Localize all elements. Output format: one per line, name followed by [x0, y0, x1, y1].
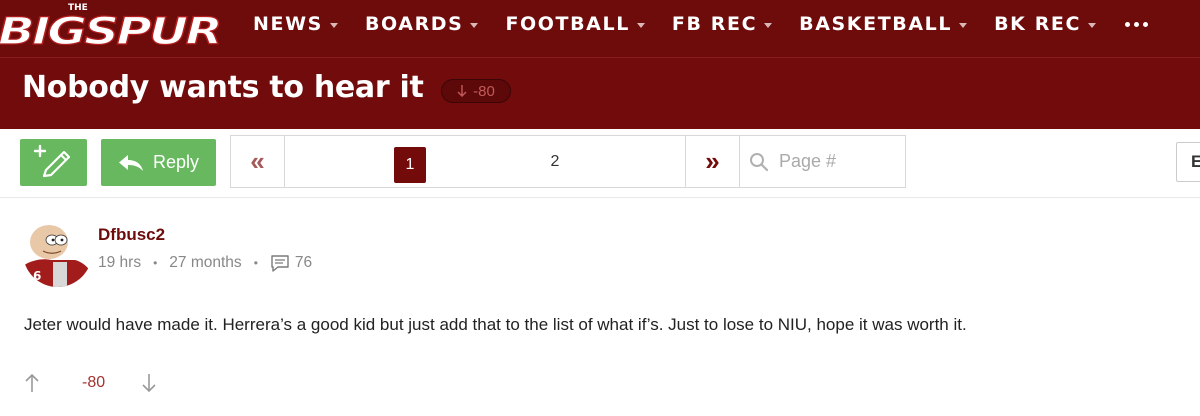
double-chevron-right-icon[interactable]: »: [685, 136, 740, 187]
post-score: -80: [82, 374, 106, 391]
nav-label: NEWS: [253, 13, 323, 35]
nav-label: BOARDS: [364, 13, 464, 35]
post-count[interactable]: 76: [270, 254, 312, 272]
nav-item-basketball[interactable]: BASKETBALL: [799, 13, 968, 35]
reply-label: Reply: [152, 152, 200, 172]
page-jump-field: [739, 136, 905, 187]
search-icon: [750, 152, 769, 171]
upvote-arrow-icon[interactable]: [24, 373, 40, 393]
message-count-icon: [271, 255, 289, 272]
member-tenure: 27 months: [169, 254, 242, 271]
nav-label: BASKETBALL: [799, 13, 953, 35]
nav-item-fb-rec[interactable]: FB REC: [671, 13, 773, 35]
caret-down-icon: [636, 22, 645, 28]
nav-item-news[interactable]: NEWS: [253, 13, 338, 35]
pagination: « 1 2 »: [230, 135, 906, 188]
nav-label: FB REC: [671, 13, 758, 35]
nav-item-boards[interactable]: BOARDS: [365, 13, 479, 35]
caret-down-icon: [959, 22, 968, 28]
new-post-button[interactable]: [20, 139, 87, 186]
post: 6 Dfbusc2 19 hrs • 27 months • 76 Jeter …: [0, 198, 1200, 416]
ellipsis-icon[interactable]: [1125, 21, 1149, 27]
downvote-arrow-icon[interactable]: [141, 373, 157, 393]
nav-label: BK REC: [994, 13, 1082, 35]
top-navigation-bar: THE BIGSPUR NEWS BOARDS FOOTBALL FB REC …: [0, 0, 1200, 57]
reply-arrow-icon: [118, 154, 143, 171]
thread-score-badge: -80: [441, 79, 511, 103]
nav-item-bk-rec[interactable]: BK REC: [994, 13, 1097, 35]
thread-score: -80: [473, 82, 495, 100]
thread-toolbar: Reply « 1 2 » E: [0, 129, 1200, 198]
new-post-pencil-icon: [33, 144, 71, 178]
reply-button[interactable]: Reply: [101, 139, 216, 186]
logo-wordmark: BIGSPUR: [0, 10, 220, 52]
nav-item-football[interactable]: FOOTBALL: [505, 13, 645, 35]
thread-title: Nobody wants to hear it: [22, 70, 424, 105]
post-vote-controls: -80: [24, 373, 157, 393]
page-link[interactable]: 2: [539, 147, 571, 177]
separator-dot: •: [153, 256, 158, 270]
main-nav: NEWS BOARDS FOOTBALL FB REC BASKETBALL B…: [253, 13, 1149, 35]
svg-text:6: 6: [33, 269, 41, 283]
post-username[interactable]: Dfbusc2: [98, 225, 165, 245]
arrow-down-icon: [457, 85, 467, 97]
nav-label: FOOTBALL: [505, 13, 630, 35]
post-body: Jeter would have made it. Herrera’s a go…: [24, 315, 967, 334]
separator-dot: •: [253, 256, 258, 270]
post-count-value: 76: [294, 254, 313, 271]
site-logo[interactable]: THE BIGSPUR: [0, 0, 225, 52]
caret-down-icon: [764, 22, 773, 28]
double-chevron-left-icon[interactable]: «: [231, 136, 285, 187]
post-timestamp[interactable]: 19 hrs: [98, 254, 141, 272]
post-meta: 19 hrs • 27 months • 76: [98, 254, 312, 272]
page-link-current[interactable]: 1: [394, 147, 426, 183]
caret-down-icon: [329, 22, 338, 28]
avatar[interactable]: 6: [23, 218, 92, 287]
caret-down-icon: [1088, 22, 1097, 28]
page-number-input[interactable]: [777, 150, 891, 173]
edge-button[interactable]: E: [1176, 142, 1200, 182]
thread-header: Nobody wants to hear it -80: [0, 57, 1200, 130]
caret-down-icon: [470, 22, 479, 28]
